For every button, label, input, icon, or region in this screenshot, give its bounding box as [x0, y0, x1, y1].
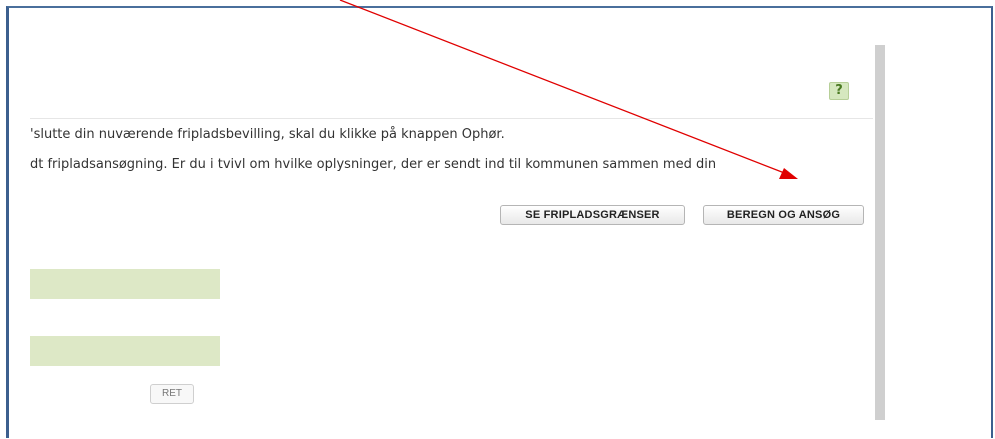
- arrow-head: [779, 168, 798, 179]
- arrow-line: [339, 0, 788, 175]
- annotation-arrow: [339, 0, 798, 179]
